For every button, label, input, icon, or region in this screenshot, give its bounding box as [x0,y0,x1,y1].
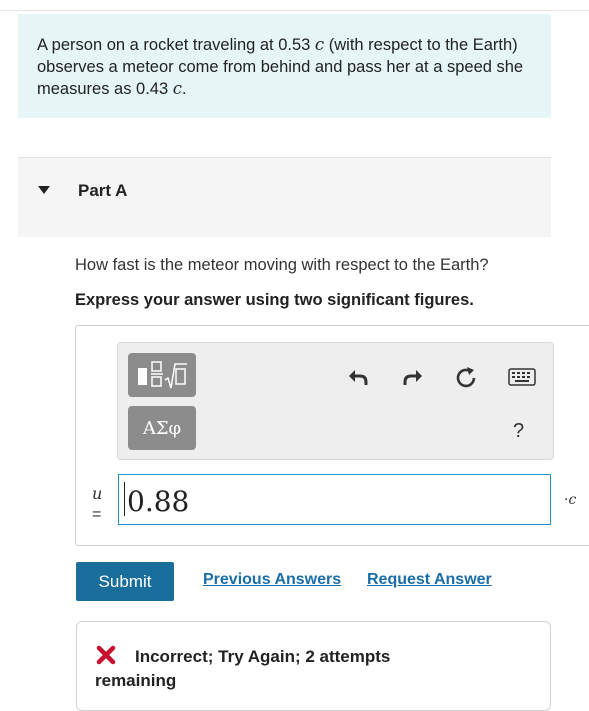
answer-unit: ·c [564,492,576,508]
speed-of-light-var: c [172,79,182,98]
help-icon[interactable]: ? [513,420,524,443]
top-divider [0,10,589,11]
request-answer-link[interactable]: Request Answer [367,571,492,589]
collapse-caret-icon[interactable] [38,186,50,194]
problem-text-1: A person on a rocket traveling at 0.53 [37,36,315,54]
problem-text-3: . [182,80,187,98]
unit-variable: c [568,492,577,508]
problem-statement: A person on a rocket traveling at 0.53 c… [18,14,551,118]
reset-icon[interactable] [454,365,478,389]
answer-variable-label: u [92,484,103,503]
templates-icon [138,361,187,389]
templates-button[interactable] [128,353,196,397]
submit-button[interactable]: Submit [76,562,174,601]
redo-icon[interactable] [401,365,425,389]
instruction-text: Express your answer using two significan… [75,291,474,309]
previous-answers-link[interactable]: Previous Answers [203,571,341,589]
answer-input[interactable] [118,474,551,525]
speed-of-light-var: c [314,35,325,54]
feedback-text: Incorrect; Try Again; 2 attempts remaini… [95,647,391,690]
question-text: How fast is the meteor moving with respe… [75,256,489,274]
part-title: Part A [78,181,128,200]
text-cursor [124,482,125,516]
equals-sign: = [92,506,102,523]
part-a-header[interactable]: Part A [18,157,551,237]
math-toolbar: ΑΣφ ? [117,342,554,460]
keyboard-icon[interactable] [508,368,536,386]
undo-icon[interactable] [346,365,370,389]
greek-symbols-button[interactable]: ΑΣφ [128,406,196,450]
